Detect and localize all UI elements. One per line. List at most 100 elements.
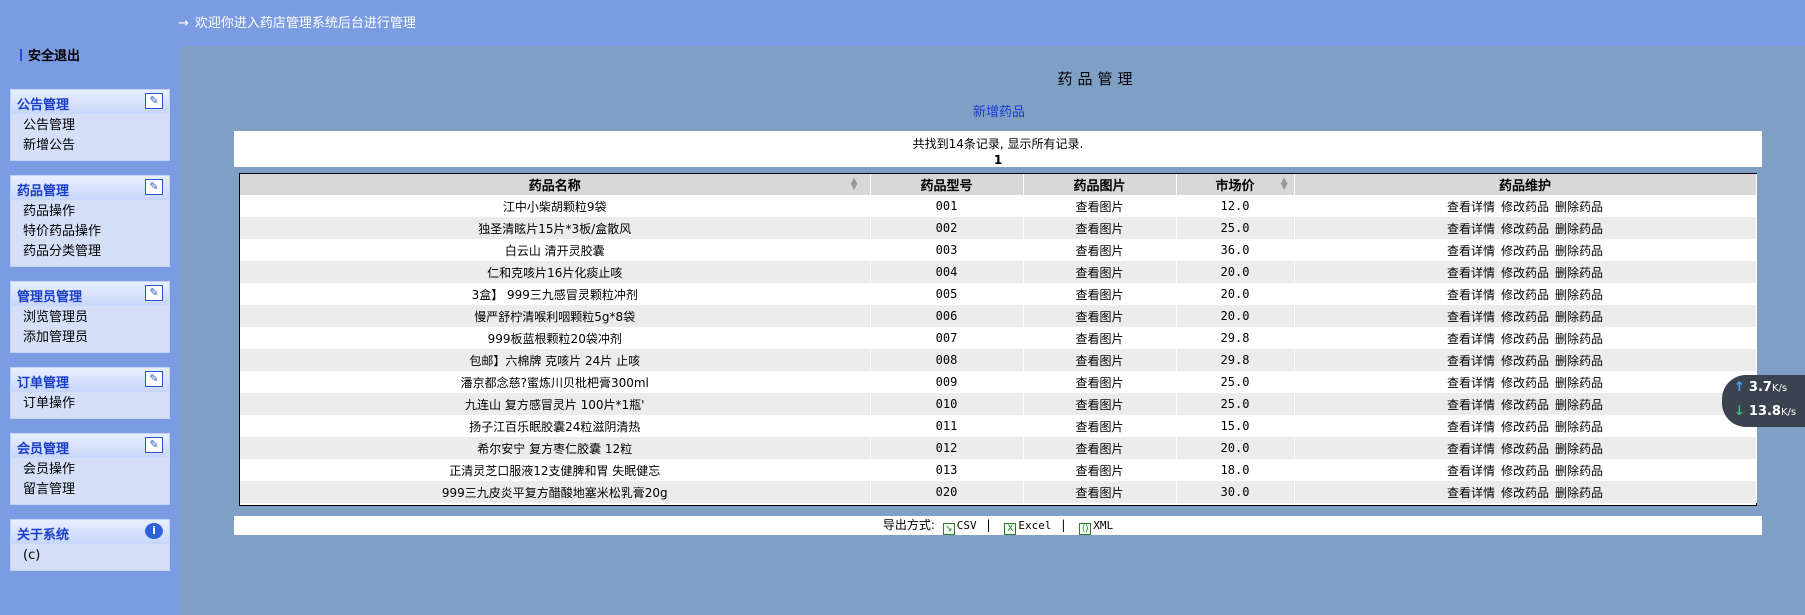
cell-image-link[interactable]: 查看图片	[1023, 283, 1177, 305]
delete-medicine-link[interactable]: 删除药品	[1555, 332, 1603, 346]
delete-medicine-link[interactable]: 删除药品	[1555, 486, 1603, 500]
cell-image-link[interactable]: 查看图片	[1023, 393, 1177, 415]
edit-medicine-link[interactable]: 修改药品	[1501, 442, 1549, 456]
cell-actions: 查看详情 修改药品 删除药品	[1294, 305, 1757, 327]
cell-name: 独圣清眩片15片*3板/盒散风	[240, 217, 871, 239]
table-row: 潘京都念慈?蜜炼川贝枇杷膏300ml 009 查看图片 25.0 查看详情 修改药品 删除药…	[240, 371, 1757, 393]
menu-header[interactable]: 药品管理 ✎	[11, 176, 169, 200]
cell-image-link[interactable]: 查看图片	[1023, 437, 1177, 459]
edit-medicine-link[interactable]: 修改药品	[1501, 266, 1549, 280]
arrow-right-icon: →	[178, 16, 189, 31]
delete-medicine-link[interactable]: 删除药品	[1555, 398, 1603, 412]
cell-image-link[interactable]: 查看图片	[1023, 459, 1177, 481]
view-detail-link[interactable]: 查看详情	[1447, 222, 1495, 236]
logout-bar-icon	[20, 49, 22, 61]
export-xml[interactable]: ⟨⟩ XML	[1075, 518, 1113, 535]
edit-medicine-link[interactable]: 修改药品	[1501, 288, 1549, 302]
edit-medicine-link[interactable]: 修改药品	[1501, 332, 1549, 346]
edit-medicine-link[interactable]: 修改药品	[1501, 244, 1549, 258]
add-medicine-link[interactable]: 新增药品	[973, 101, 1025, 120]
delete-medicine-link[interactable]: 删除药品	[1555, 266, 1603, 280]
view-detail-link[interactable]: 查看详情	[1447, 266, 1495, 280]
logout-link[interactable]: 安全退出	[20, 45, 80, 64]
delete-medicine-link[interactable]: 删除药品	[1555, 288, 1603, 302]
view-detail-link[interactable]: 查看详情	[1447, 398, 1495, 412]
delete-medicine-link[interactable]: 删除药品	[1555, 222, 1603, 236]
edit-medicine-link[interactable]: 修改药品	[1501, 310, 1549, 324]
delete-medicine-link[interactable]: 删除药品	[1555, 244, 1603, 258]
menu-header[interactable]: 关于系统 i	[11, 520, 169, 544]
cell-image-link[interactable]: 查看图片	[1023, 239, 1177, 261]
edit-medicine-link[interactable]: 修改药品	[1501, 420, 1549, 434]
cell-image-link[interactable]: 查看图片	[1023, 195, 1177, 217]
cell-image-link[interactable]: 查看图片	[1023, 305, 1177, 327]
page-number-link[interactable]: 1	[234, 153, 1762, 167]
menu-item-copyright[interactable]: (c)	[11, 546, 169, 566]
cell-actions: 查看详情 修改药品 删除药品	[1294, 217, 1757, 239]
edit-medicine-link[interactable]: 修改药品	[1501, 464, 1549, 478]
export-excel[interactable]: X Excel	[1000, 518, 1052, 535]
view-detail-link[interactable]: 查看详情	[1447, 464, 1495, 478]
view-detail-link[interactable]: 查看详情	[1447, 442, 1495, 456]
column-header-name[interactable]: 药品名称 ▲ ▼	[240, 174, 871, 195]
edit-medicine-link[interactable]: 修改药品	[1501, 376, 1549, 390]
medicine-table: 药品名称 ▲ ▼ 药品型号 药品图片 市场价 ▲ ▼ 药品维护 江中小柴胡颗粒9袋 001…	[239, 173, 1757, 506]
menu-item-messages[interactable]: 留言管理	[11, 480, 169, 500]
cell-name: 999三九皮炎平复方醋酸地塞米松乳膏20g	[240, 481, 871, 503]
cell-image-link[interactable]: 查看图片	[1023, 415, 1177, 437]
cell-name: 慢严舒柠清喉利咽颗粒5g*8袋	[240, 305, 871, 327]
cell-image-link[interactable]: 查看图片	[1023, 217, 1177, 239]
cell-model: 003	[870, 239, 1024, 261]
edit-medicine-link[interactable]: 修改药品	[1501, 486, 1549, 500]
menu-item-medicine-category[interactable]: 药品分类管理	[11, 242, 169, 262]
menu-item-add-notice[interactable]: 新增公告	[11, 136, 169, 156]
sort-icon[interactable]: ▲ ▼	[851, 177, 858, 192]
cell-image-link[interactable]: 查看图片	[1023, 261, 1177, 283]
delete-medicine-link[interactable]: 删除药品	[1555, 200, 1603, 214]
edit-medicine-link[interactable]: 修改药品	[1501, 354, 1549, 368]
menu-item-order-ops[interactable]: 订单操作	[11, 394, 169, 414]
view-detail-link[interactable]: 查看详情	[1447, 486, 1495, 500]
menu-item-browse-admin[interactable]: 浏览管理员	[11, 308, 169, 328]
table-row: 希尔安宁 复方枣仁胶囊 12粒 012 查看图片 20.0 查看详情 修改药品 删除药品	[240, 437, 1757, 459]
cell-image-link[interactable]: 查看图片	[1023, 349, 1177, 371]
menu-item-special-medicine[interactable]: 特价药品操作	[11, 222, 169, 242]
cell-name: 白云山 清开灵胶囊	[240, 239, 871, 261]
menu-item-notice-manage[interactable]: 公告管理	[11, 116, 169, 136]
edit-medicine-link[interactable]: 修改药品	[1501, 222, 1549, 236]
cell-name: 正清灵芝口服液12支健脾和胃 失眠健忘	[240, 459, 871, 481]
menu-orders: 订单管理 ✎ 订单操作	[10, 367, 170, 419]
network-speed-widget[interactable]: ↑ 3.7K/s ↓ 13.8K/s	[1722, 375, 1805, 427]
menu-header[interactable]: 管理员管理 ✎	[11, 282, 169, 306]
menu-item-add-admin[interactable]: 添加管理员	[11, 328, 169, 348]
view-detail-link[interactable]: 查看详情	[1447, 354, 1495, 368]
cell-image-link[interactable]: 查看图片	[1023, 371, 1177, 393]
view-detail-link[interactable]: 查看详情	[1447, 310, 1495, 324]
view-detail-link[interactable]: 查看详情	[1447, 376, 1495, 390]
view-detail-link[interactable]: 查看详情	[1447, 200, 1495, 214]
menu-item-member-ops[interactable]: 会员操作	[11, 460, 169, 480]
delete-medicine-link[interactable]: 删除药品	[1555, 354, 1603, 368]
cell-image-link[interactable]: 查看图片	[1023, 481, 1177, 503]
edit-medicine-link[interactable]: 修改药品	[1501, 200, 1549, 214]
delete-medicine-link[interactable]: 删除药品	[1555, 310, 1603, 324]
export-csv[interactable]: ↘ CSV	[939, 518, 977, 535]
view-detail-link[interactable]: 查看详情	[1447, 288, 1495, 302]
view-detail-link[interactable]: 查看详情	[1447, 332, 1495, 346]
sort-icon[interactable]: ▲ ▼	[1281, 177, 1288, 192]
cell-image-link[interactable]: 查看图片	[1023, 327, 1177, 349]
menu-header[interactable]: 公告管理 ✎	[11, 90, 169, 114]
view-detail-link[interactable]: 查看详情	[1447, 244, 1495, 258]
cell-price: 20.0	[1176, 437, 1295, 459]
delete-medicine-link[interactable]: 删除药品	[1555, 442, 1603, 456]
delete-medicine-link[interactable]: 删除药品	[1555, 376, 1603, 390]
delete-medicine-link[interactable]: 删除药品	[1555, 464, 1603, 478]
menu-header[interactable]: 会员管理 ✎	[11, 434, 169, 458]
column-header-price[interactable]: 市场价 ▲ ▼	[1176, 174, 1295, 195]
delete-medicine-link[interactable]: 删除药品	[1555, 420, 1603, 434]
menu-header[interactable]: 订单管理 ✎	[11, 368, 169, 392]
view-detail-link[interactable]: 查看详情	[1447, 420, 1495, 434]
edit-medicine-link[interactable]: 修改药品	[1501, 398, 1549, 412]
record-count-text: 共找到14条记录, 显示所有记录.	[912, 137, 1084, 151]
menu-item-medicine-ops[interactable]: 药品操作	[11, 202, 169, 222]
